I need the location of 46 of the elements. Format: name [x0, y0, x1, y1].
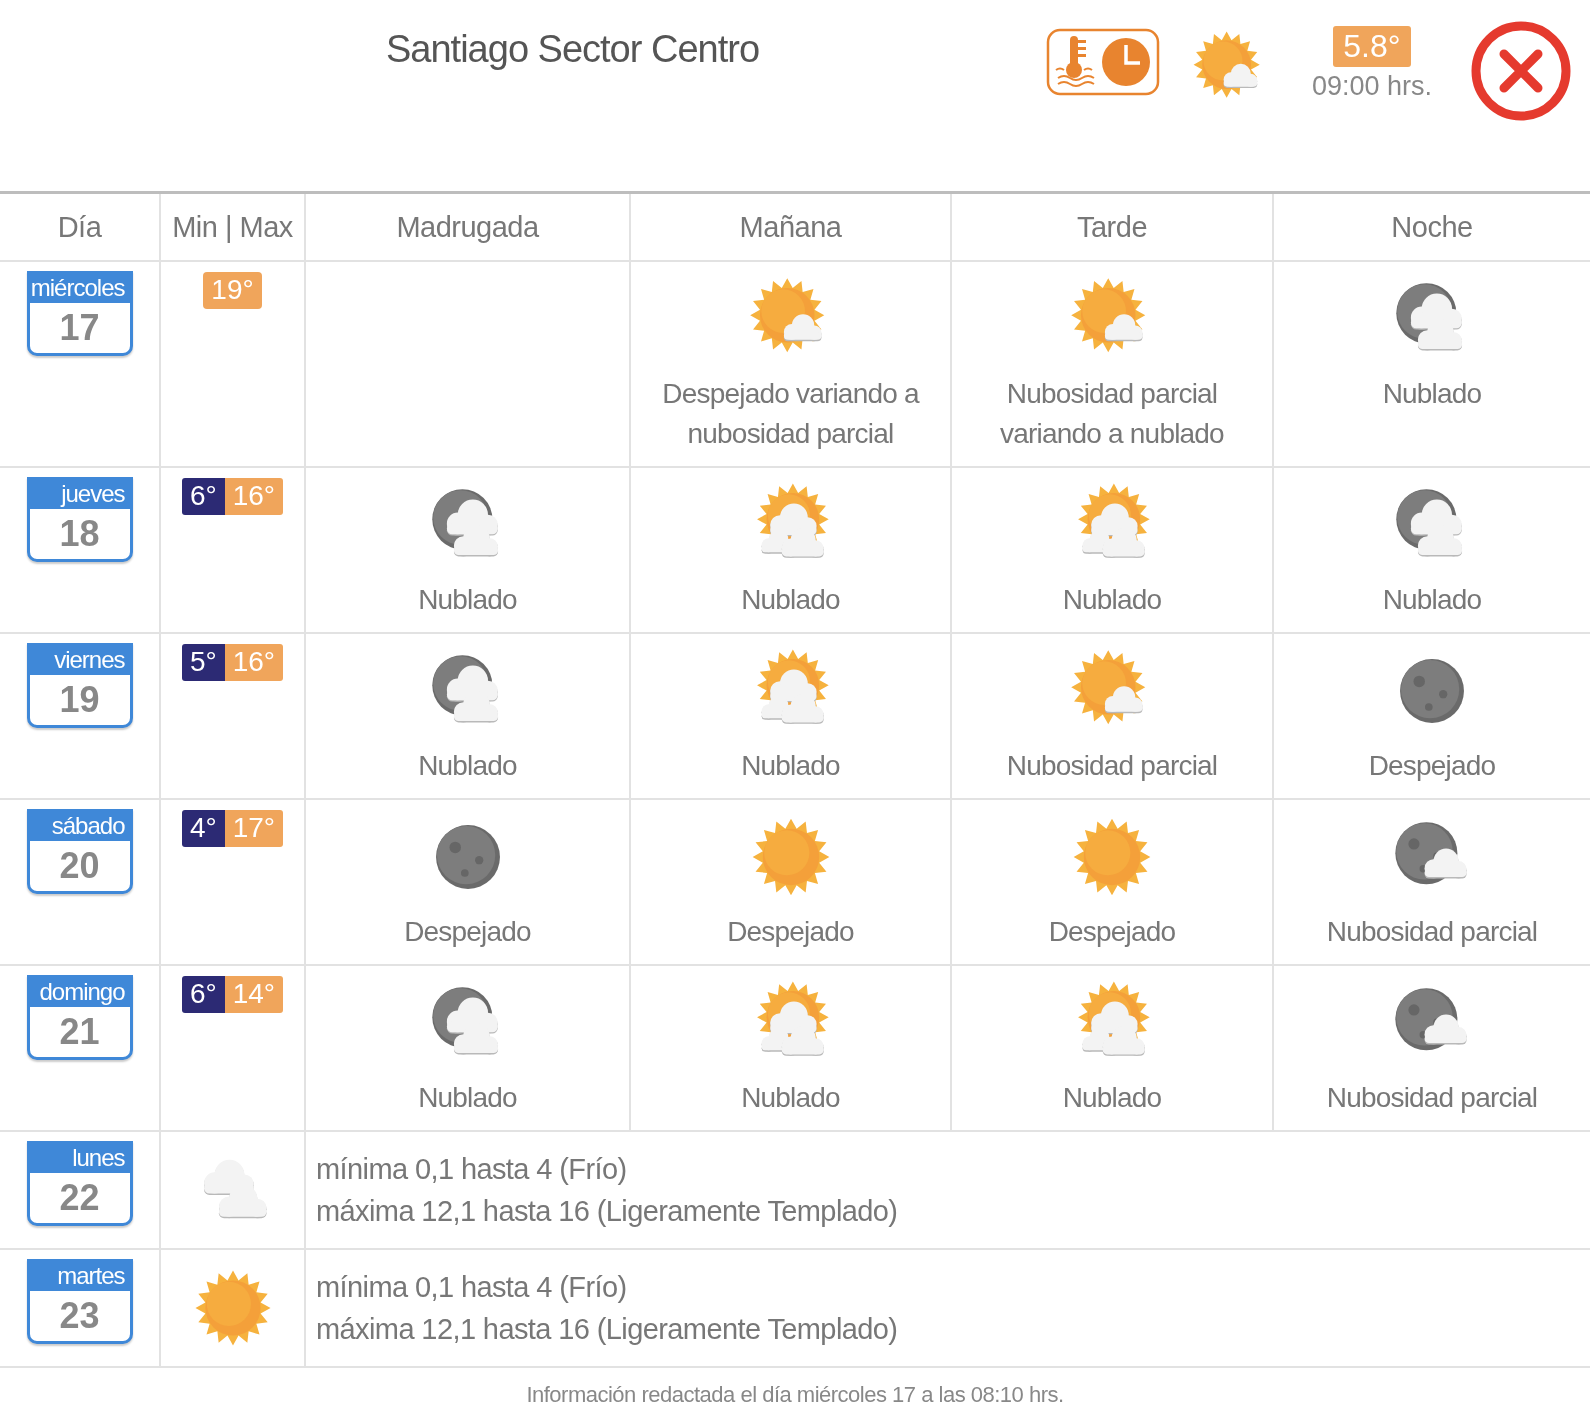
close-icon[interactable] [1470, 20, 1572, 122]
location-title: Santiago Sector Centro [386, 28, 759, 71]
condition-text: Nublado [417, 1081, 518, 1115]
condition-text: Despejado [1367, 749, 1497, 783]
footer-note: Información redactada el día miércoles 17 a las 08:10 hrs. [526, 1382, 1064, 1407]
temperature-range-text: máxima 12,1 hasta 16 (Ligeramente Templado) [316, 1312, 898, 1347]
condition-text: Nubosidad parcial [1005, 749, 1219, 783]
condition-text: Nublado [1061, 1081, 1163, 1115]
condition-text: Nublado [1381, 377, 1483, 411]
condition-text: Nublado [740, 749, 841, 783]
calendar-badge: viernes 19 [26, 643, 133, 728]
min-temperature: 6° [181, 478, 225, 515]
current-temperature: 5.8° [1333, 26, 1411, 67]
condition-text: Nublado [740, 1081, 841, 1115]
min-temperature: 6° [181, 976, 225, 1013]
min-temperature: 4° [181, 810, 225, 847]
condition-text: Despejado variando a nubosidad parcial [661, 377, 921, 451]
observation-time: 09:00 hrs. [1311, 71, 1432, 102]
temperature-range-text: mínima 0,1 hasta 4 (Frío) [316, 1270, 627, 1305]
max-temperature: 19° [203, 272, 262, 309]
temperature-range-text: máxima 12,1 hasta 16 (Ligeramente Templado) [316, 1194, 898, 1229]
calendar-badge: jueves 18 [26, 477, 133, 562]
calendar-badge: miércoles 17 [26, 271, 133, 356]
thermometer-clock-icon[interactable] [1045, 28, 1160, 96]
condition-text: Despejado [403, 915, 532, 949]
condition-text: Nublado [740, 583, 841, 617]
max-temperature: 16° [224, 478, 284, 515]
condition-text: Nubosidad parcial [1325, 1081, 1539, 1115]
calendar-badge: sábado 20 [26, 809, 133, 894]
condition-text: Despejado [726, 915, 855, 949]
max-temperature: 17° [224, 810, 284, 847]
condition-text: Nublado [1381, 583, 1483, 617]
condition-text: Despejado [1047, 915, 1177, 949]
min-temperature: 5° [181, 644, 225, 681]
calendar-badge: lunes 22 [26, 1141, 133, 1226]
calendar-badge: domingo 21 [26, 975, 133, 1060]
condition-text: Nublado [1061, 583, 1163, 617]
column-header: Noche [1390, 209, 1474, 245]
condition-text: Nublado [417, 583, 518, 617]
temperature-range-text: mínima 0,1 hasta 4 (Frío) [316, 1152, 627, 1187]
calendar-badge: martes 23 [26, 1259, 133, 1344]
max-temperature: 14° [224, 976, 284, 1013]
condition-text: Nubosidad parcial variando a nublado [999, 377, 1225, 451]
condition-text: Nubosidad parcial [1325, 915, 1539, 949]
max-temperature: 16° [224, 644, 284, 681]
condition-text: Nublado [417, 749, 518, 783]
